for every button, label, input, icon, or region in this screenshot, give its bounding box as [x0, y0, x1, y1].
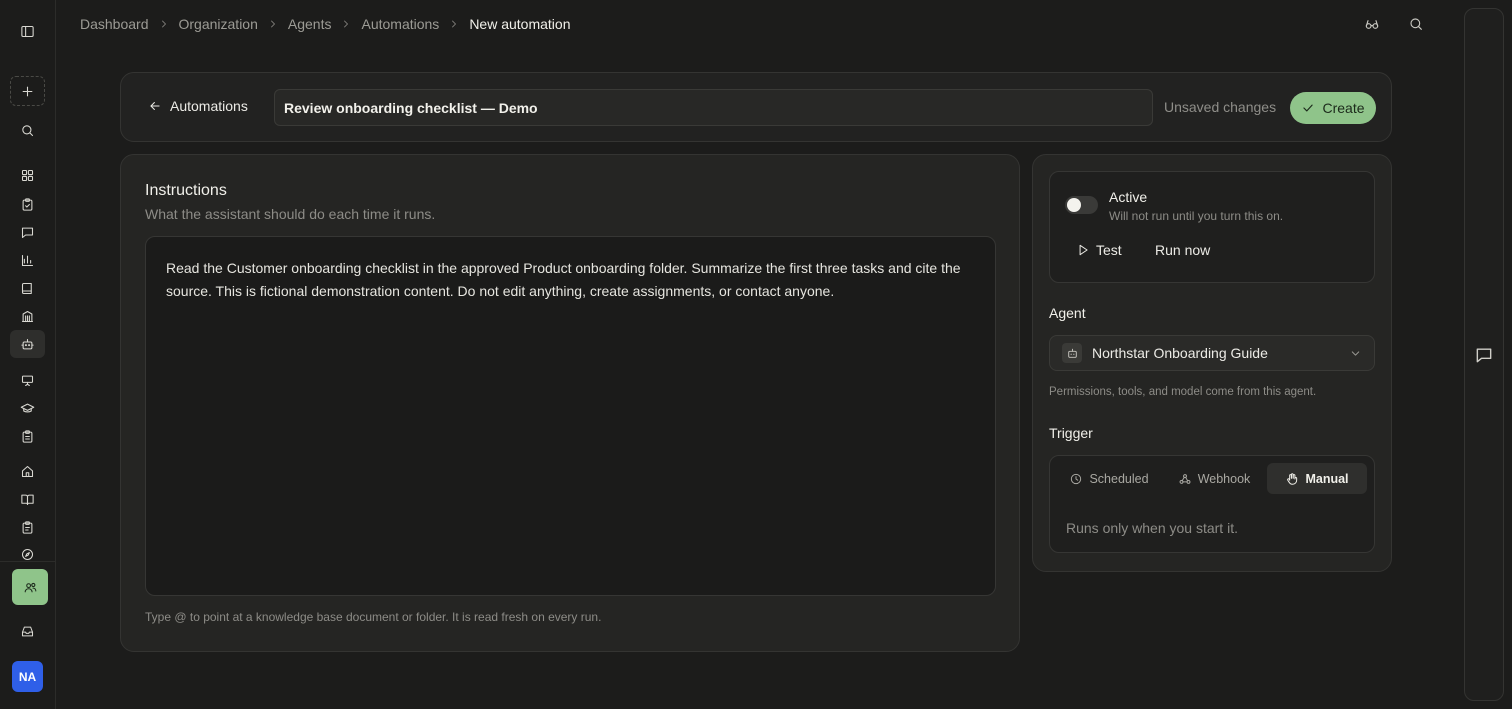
trigger-selector: Scheduled Webhook Manual Runs only when …	[1049, 455, 1375, 553]
search-icon[interactable]	[1406, 14, 1426, 34]
arrow-left-icon	[150, 102, 160, 110]
breadcrumb-dashboard[interactable]: Dashboard	[80, 16, 149, 32]
agent-select[interactable]: Northstar Onboarding Guide	[1049, 335, 1375, 371]
automation-title-input[interactable]	[274, 89, 1153, 126]
instructions-card: Instructions What the assistant should d…	[120, 154, 1020, 652]
plus-icon	[22, 86, 33, 96]
automations-bot-icon[interactable]	[10, 330, 45, 358]
agent-hint: Permissions, tools, and model come from …	[1049, 386, 1317, 398]
trigger-label: Trigger	[1049, 425, 1093, 441]
create-label: Create	[1322, 100, 1365, 116]
bot-icon	[1062, 343, 1082, 363]
chevron-down-icon	[1349, 347, 1362, 360]
clock-icon	[1071, 473, 1082, 484]
chevron-right-icon	[267, 18, 279, 30]
clipboard-check-icon[interactable]	[10, 190, 45, 218]
breadcrumb: Dashboard Organization Agents Automation…	[80, 15, 570, 33]
webhook-icon	[1179, 473, 1191, 484]
hand-icon	[1287, 472, 1298, 485]
trigger-option-webhook[interactable]: Webhook	[1164, 463, 1264, 494]
trigger-option-label: Manual	[1305, 471, 1349, 486]
dashboard-icon[interactable]	[10, 161, 45, 189]
search-icon[interactable]	[10, 116, 45, 144]
active-toggle[interactable]	[1065, 196, 1098, 214]
glasses-icon[interactable]	[1362, 14, 1382, 34]
back-label: Automations	[170, 98, 248, 114]
chevron-right-icon	[340, 18, 352, 30]
unsaved-status: Unsaved changes	[1164, 99, 1277, 115]
agent-selected-value: Northstar Onboarding Guide	[1092, 345, 1268, 361]
instructions-hint: Type @ to point at a knowledge base docu…	[145, 610, 602, 624]
team-users-icon[interactable]	[12, 569, 48, 605]
agent-label: Agent	[1049, 305, 1086, 321]
instructions-editor[interactable]: Read the Customer onboarding checklist i…	[145, 236, 996, 596]
back-to-automations-link[interactable]: Automations	[148, 98, 248, 114]
instructions-title: Instructions	[145, 182, 227, 199]
trigger-option-label: Webhook	[1197, 471, 1251, 486]
trigger-option-manual[interactable]: Manual	[1267, 463, 1367, 494]
active-label: Active	[1109, 189, 1148, 205]
chevron-right-icon	[448, 18, 460, 30]
book-icon[interactable]	[10, 274, 45, 302]
settings-card: Active Will not run until you turn this …	[1032, 154, 1392, 572]
toggle-knob	[1067, 198, 1081, 212]
breadcrumb-automations[interactable]: Automations	[361, 16, 439, 32]
test-button[interactable]: Test	[1076, 242, 1122, 258]
breadcrumb-agents[interactable]: Agents	[288, 16, 332, 32]
open-book-icon[interactable]	[10, 485, 45, 513]
breadcrumb-organization[interactable]: Organization	[179, 16, 258, 32]
home-icon[interactable]	[10, 457, 45, 485]
left-rail: NA	[0, 0, 56, 709]
trigger-description: Runs only when you start it.	[1066, 520, 1238, 536]
breadcrumb-current: New automation	[469, 16, 571, 32]
play-icon	[1079, 244, 1088, 256]
building-icon[interactable]	[10, 302, 45, 330]
instructions-subtitle: What the assistant should do each time i…	[145, 206, 436, 222]
automation-header: Automations Unsaved changes Create	[120, 72, 1392, 142]
analytics-icon[interactable]	[10, 246, 45, 274]
chevron-right-icon	[158, 18, 170, 30]
create-button[interactable]: Create	[1290, 92, 1376, 124]
new-item-button[interactable]	[10, 76, 45, 106]
trigger-option-label: Scheduled	[1089, 471, 1149, 486]
inbox-icon[interactable]	[10, 617, 45, 645]
check-icon	[1303, 104, 1314, 112]
user-avatar[interactable]: NA	[12, 661, 43, 692]
chat-bubble-icon[interactable]	[1474, 345, 1494, 365]
trigger-option-scheduled[interactable]: Scheduled	[1058, 463, 1160, 494]
rail-divider	[0, 561, 56, 562]
test-label: Test	[1096, 242, 1122, 258]
active-subtext: Will not run until you turn this on.	[1109, 209, 1284, 223]
graduation-cap-icon[interactable]	[10, 394, 45, 422]
assistant-side-panel	[1464, 8, 1504, 701]
activation-box: Active Will not run until you turn this …	[1049, 171, 1375, 283]
presentation-icon[interactable]	[10, 366, 45, 394]
sidebar-toggle-icon[interactable]	[10, 17, 45, 45]
clipboard-list-icon[interactable]	[10, 422, 45, 450]
run-now-button[interactable]: Run now	[1155, 242, 1210, 258]
compass-icon[interactable]	[10, 541, 45, 561]
chat-icon[interactable]	[10, 218, 45, 246]
clipboard-icon[interactable]	[10, 513, 45, 541]
